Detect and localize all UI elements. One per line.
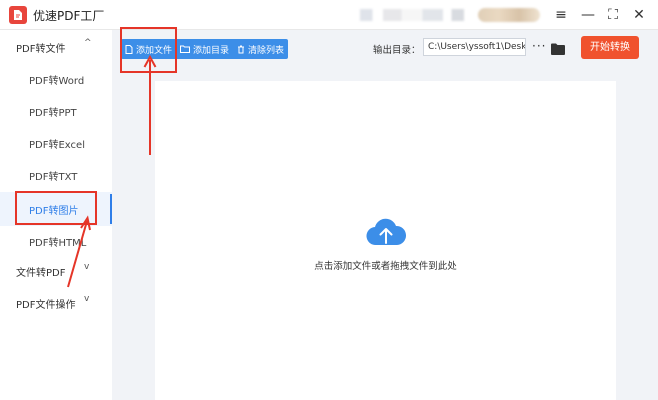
- app-logo: [9, 6, 27, 24]
- folder-open-icon[interactable]: [551, 40, 565, 59]
- sidebar-item-label: PDF转Word: [29, 76, 85, 87]
- sidebar-group-label: PDF转文件: [16, 44, 66, 55]
- add-folder-button[interactable]: 添加目录: [176, 39, 233, 59]
- output-dir-label: 输出目录：: [373, 45, 421, 56]
- sidebar-item-pdf-to-excel[interactable]: PDF转Excel: [0, 130, 112, 154]
- add-folder-label: 添加目录: [193, 45, 230, 56]
- drop-hint: 点击添加文件或者拖拽文件到此处: [314, 261, 457, 272]
- sidebar-group-label: PDF文件操作: [16, 300, 76, 311]
- drop-zone[interactable]: 点击添加文件或者拖拽文件到此处: [155, 81, 616, 400]
- trash-icon: [238, 45, 245, 53]
- sidebar-item-pdf-to-html[interactable]: PDF转HTML: [0, 228, 112, 252]
- sidebar-group-file-to-pdf[interactable]: 文件转PDF v: [0, 258, 112, 282]
- sidebar-item-label: PDF转Excel: [29, 140, 85, 151]
- sidebar-item-pdf-to-word[interactable]: PDF转Word: [0, 66, 112, 90]
- sidebar-item-label: PDF转HTML: [29, 238, 87, 249]
- chevron-up-icon: ^: [84, 38, 92, 48]
- sidebar-group-pdf-to-file[interactable]: PDF转文件 ^: [0, 34, 112, 58]
- chevron-down-icon: v: [84, 294, 90, 304]
- sidebar-item-label: PDF转PPT: [29, 108, 77, 119]
- sidebar-item-pdf-to-ppt[interactable]: PDF转PPT: [0, 98, 112, 122]
- chevron-down-icon: v: [84, 262, 90, 272]
- clear-list-label: 清除列表: [248, 45, 285, 56]
- maximize-icon[interactable]: ⛶: [603, 6, 623, 24]
- app-title: 优速PDF工厂: [33, 9, 105, 23]
- blurred-account[interactable]: [478, 8, 540, 22]
- sidebar-group-pdf-operations[interactable]: PDF文件操作 v: [0, 290, 112, 314]
- sidebar-group-label: 文件转PDF: [16, 268, 66, 279]
- start-convert-button[interactable]: 开始转换: [581, 36, 639, 59]
- clear-list-button[interactable]: 清除列表: [233, 39, 288, 59]
- highlight-add-file: [120, 27, 177, 73]
- minimize-icon[interactable]: —: [578, 6, 598, 24]
- sidebar-item-label: PDF转TXT: [29, 172, 78, 183]
- main-panel: 添加文件 添加目录 清除列表 输出目录： C:\Users\yssoft1\De…: [112, 30, 658, 400]
- sidebar-item-pdf-to-txt[interactable]: PDF转TXT: [0, 162, 112, 186]
- highlight-pdf-to-image: [15, 191, 97, 225]
- title-bar: 优速PDF工厂 ≡ — ⛶ ✕: [0, 0, 658, 30]
- blurred-info: [360, 9, 464, 21]
- close-icon[interactable]: ✕: [629, 6, 649, 24]
- output-path-field[interactable]: C:\Users\yssoft1\Deskto: [423, 38, 526, 56]
- folder-icon: [180, 45, 191, 53]
- menu-icon[interactable]: ≡: [551, 6, 571, 24]
- cloud-upload-icon: [366, 218, 406, 246]
- more-icon[interactable]: ···: [532, 39, 546, 53]
